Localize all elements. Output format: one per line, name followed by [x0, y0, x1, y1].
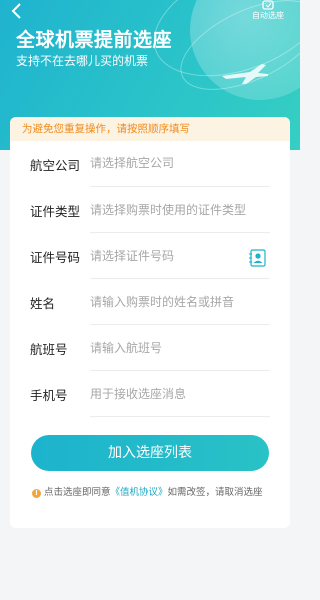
form-row-airline[interactable]: 航空公司 请选择航空公司 — [30, 141, 270, 187]
phone-label: 手机号 — [30, 387, 68, 403]
flight-number-input[interactable]: 请输入航班号 — [90, 333, 270, 371]
id-type-select[interactable]: 请选择购票时使用的证件类型 — [90, 195, 270, 233]
form-row-id-type[interactable]: 证件类型 请选择购票时使用的证件类型 — [30, 187, 270, 233]
seat-form: 航空公司 请选择航空公司 证件类型 请选择购票时使用的证件类型 证件号码 请选择… — [10, 141, 290, 417]
airline-select[interactable]: 请选择航空公司 — [90, 147, 270, 187]
warning-icon: ! — [32, 489, 41, 498]
form-card: 为避免您重复操作，请按照顺序填写 航空公司 请选择航空公司 证件类型 请选择购票… — [10, 117, 290, 528]
agreement-prefix: 点击选座即同意 — [44, 487, 111, 498]
id-number-placeholder: 请选择证件号码 — [90, 249, 175, 263]
agreement-text: ! 点击选座即同意《值机协议》如需改签，请取消选座 — [32, 485, 268, 500]
id-number-label: 证件号码 — [30, 249, 81, 265]
id-number-select[interactable]: 请选择证件号码 — [90, 241, 270, 279]
form-row-id-number[interactable]: 证件号码 请选择证件号码 — [30, 233, 270, 279]
name-input[interactable]: 请输入购票时的姓名或拼音 — [90, 287, 270, 325]
airplane-icon — [222, 64, 268, 84]
agreement-suffix: 如需改签，请取消选座 — [167, 487, 263, 498]
auto-select-label: 自动选座 — [252, 11, 284, 20]
auto-select-button[interactable]: 自动选座 — [248, 0, 288, 24]
notice-banner: 为避免您重复操作，请按照顺序填写 — [10, 117, 290, 141]
id-card-icon[interactable] — [248, 248, 268, 268]
page-title: 全球机票提前选座 — [16, 29, 173, 51]
id-type-label: 证件类型 — [30, 203, 81, 219]
form-row-name[interactable]: 姓名 请输入购票时的姓名或拼音 — [30, 279, 270, 325]
form-row-phone[interactable]: 手机号 用于接收选座消息 — [30, 371, 270, 417]
checkin-agreement-link[interactable]: 《值机协议》 — [111, 487, 168, 498]
name-label: 姓名 — [30, 295, 56, 311]
page-subtitle: 支持不在去哪儿买的机票 — [16, 54, 149, 68]
back-icon[interactable] — [8, 2, 26, 20]
phone-input[interactable]: 用于接收选座消息 — [90, 379, 270, 417]
airline-label: 航空公司 — [30, 157, 81, 173]
seat-icon — [262, 0, 274, 10]
add-to-list-button[interactable]: 加入选座列表 — [31, 435, 269, 471]
form-row-flight-number[interactable]: 航班号 请输入航班号 — [30, 325, 270, 371]
flight-number-label: 航班号 — [30, 341, 68, 357]
